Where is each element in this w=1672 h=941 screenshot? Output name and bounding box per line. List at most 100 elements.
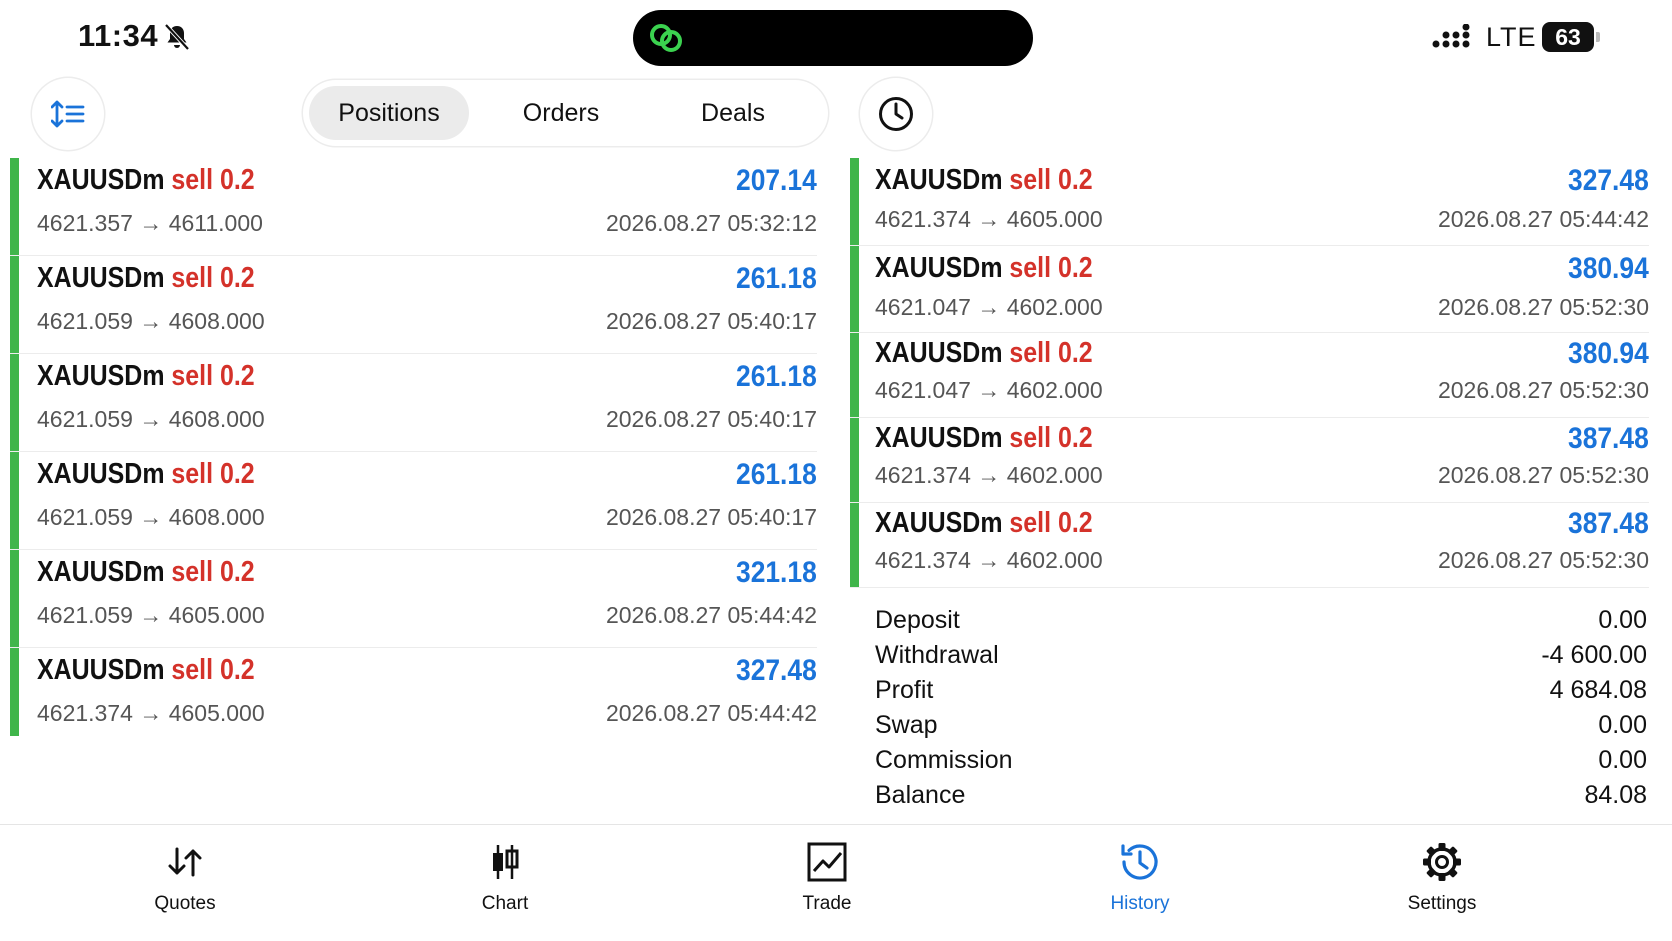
deal-profit: 261.18 (736, 262, 817, 295)
deal-time: 2026.08.27 05:40:17 (605, 504, 817, 530)
tab-trade[interactable]: Trade (747, 839, 907, 929)
deal-indicator-bar (10, 452, 19, 549)
sort-button[interactable] (32, 78, 104, 150)
deal-indicator-bar (850, 418, 859, 502)
deal-symbol: XAUUSDm sell 0.2 (37, 654, 255, 687)
deal-symbol: XAUUSDm sell 0.2 (37, 556, 255, 589)
deal-symbol: XAUUSDm sell 0.2 (875, 422, 1093, 455)
deal-time: 2026.08.27 05:40:17 (605, 406, 817, 432)
summary-withdrawal: Withdrawal -4 600.00 (875, 641, 1647, 675)
deal-side: sell 0.2 (1009, 337, 1093, 369)
deal-row[interactable]: XAUUSDm sell 0.2 4621.374 → 4605.000 327… (850, 158, 1649, 246)
tab-label: Quotes (154, 893, 216, 914)
summary-value: -4 600.00 (1541, 641, 1647, 669)
deal-profit: 261.18 (736, 458, 817, 491)
deals-list-right: XAUUSDm sell 0.2 4621.374 → 4605.000 327… (850, 158, 1649, 594)
trade-icon (807, 842, 847, 882)
summary-value: 0.00 (1598, 606, 1647, 634)
summary-label: Withdrawal (875, 641, 999, 669)
deal-indicator-bar (10, 354, 19, 451)
deal-symbol-name: XAUUSDm (875, 422, 1003, 454)
tab-history[interactable]: History (1060, 839, 1220, 929)
period-button[interactable] (860, 78, 932, 150)
deal-symbol-name: XAUUSDm (875, 337, 1003, 369)
deal-symbol-name: XAUUSDm (37, 262, 165, 294)
bell-muted-icon (164, 23, 190, 51)
deals-list-left: XAUUSDm sell 0.2 4621.357 → 4611.000 207… (10, 158, 817, 736)
deal-side: sell 0.2 (171, 360, 255, 392)
deal-prices: 4621.059 → 4605.000 (37, 602, 265, 628)
deal-symbol: XAUUSDm sell 0.2 (875, 337, 1093, 370)
deal-row[interactable]: XAUUSDm sell 0.2 4621.374 → 4602.000 387… (850, 418, 1649, 503)
deal-side: sell 0.2 (1009, 164, 1093, 196)
settings-icon (1423, 843, 1461, 881)
deal-time: 2026.08.27 05:52:30 (1437, 547, 1649, 573)
deal-row[interactable]: XAUUSDm sell 0.2 4621.059 → 4608.000 261… (10, 354, 817, 452)
deal-symbol-name: XAUUSDm (37, 164, 165, 196)
tab-orders[interactable]: Orders (481, 86, 641, 140)
deal-row[interactable]: XAUUSDm sell 0.2 4621.374 → 4602.000 387… (850, 503, 1649, 588)
deal-symbol: XAUUSDm sell 0.2 (37, 360, 255, 393)
tab-positions[interactable]: Positions (309, 86, 469, 140)
deal-time: 2026.08.27 05:52:30 (1437, 294, 1649, 320)
deal-prices: 4621.059 → 4608.000 (37, 406, 265, 432)
tab-settings[interactable]: Settings (1362, 839, 1522, 929)
deal-indicator-bar (850, 333, 859, 417)
status-bar: 11:34 LTE 63 (0, 0, 1672, 76)
deal-prices: 4621.047 → 4602.000 (875, 377, 1103, 403)
tab-label: Trade (802, 893, 852, 914)
deal-symbol-name: XAUUSDm (37, 556, 165, 588)
deal-time: 2026.08.27 05:52:30 (1437, 377, 1649, 403)
network-type: LTE (1486, 22, 1537, 52)
deal-indicator-bar (10, 550, 19, 647)
tab-quotes[interactable]: Quotes (105, 839, 265, 929)
deal-side: sell 0.2 (171, 654, 255, 686)
deal-prices: 4621.059 → 4608.000 (37, 308, 265, 334)
deal-symbol: XAUUSDm sell 0.2 (37, 262, 255, 295)
deal-profit: 380.94 (1568, 337, 1649, 370)
deal-prices: 4621.357 → 4611.000 (37, 210, 263, 236)
deal-row[interactable]: XAUUSDm sell 0.2 4621.047 → 4602.000 380… (850, 246, 1649, 333)
battery-tip (1596, 32, 1600, 42)
deal-prices: 4621.374 → 4602.000 (875, 547, 1103, 573)
deal-row[interactable]: XAUUSDm sell 0.2 4621.374 → 4605.000 327… (10, 648, 817, 736)
tab-deals[interactable]: Deals (653, 86, 813, 140)
deal-indicator-bar (850, 158, 859, 245)
deal-profit: 387.48 (1568, 507, 1649, 540)
battery-indicator: 63 (1542, 22, 1594, 52)
deal-row[interactable]: XAUUSDm sell 0.2 4621.059 → 4608.000 261… (10, 256, 817, 354)
summary-label: Commission (875, 746, 1013, 774)
deal-prices: 4621.374 → 4605.000 (875, 206, 1103, 232)
summary-value: 0.00 (1598, 711, 1647, 739)
deal-side: sell 0.2 (1009, 252, 1093, 284)
summary-profit: Profit 4 684.08 (875, 676, 1647, 710)
summary-commission: Commission 0.00 (875, 746, 1647, 780)
history-icon (1121, 844, 1158, 880)
deal-row[interactable]: XAUUSDm sell 0.2 4621.357 → 4611.000 207… (10, 158, 817, 256)
deal-side: sell 0.2 (171, 556, 255, 588)
deal-time: 2026.08.27 05:44:42 (605, 602, 817, 628)
deal-prices: 4621.374 → 4602.000 (875, 462, 1103, 488)
deal-symbol: XAUUSDm sell 0.2 (875, 252, 1093, 285)
deal-side: sell 0.2 (1009, 507, 1093, 539)
deal-symbol-name: XAUUSDm (875, 252, 1003, 284)
tab-chart[interactable]: Chart (425, 839, 585, 929)
deal-row[interactable]: XAUUSDm sell 0.2 4621.059 → 4608.000 261… (10, 452, 817, 550)
deal-prices: 4621.059 → 4608.000 (37, 504, 265, 530)
deal-profit: 327.48 (1568, 164, 1649, 197)
deal-indicator-bar (10, 158, 19, 255)
summary-label: Profit (875, 676, 934, 704)
deal-profit: 261.18 (736, 360, 817, 393)
deal-time: 2026.08.27 05:32:12 (605, 210, 817, 236)
deal-indicator-bar (850, 503, 859, 587)
deal-profit: 380.94 (1568, 252, 1649, 285)
summary-value: 0.00 (1598, 746, 1647, 774)
summary-label: Swap (875, 711, 938, 739)
deal-row[interactable]: XAUUSDm sell 0.2 4621.059 → 4605.000 321… (10, 550, 817, 648)
summary-deposit: Deposit 0.00 (875, 606, 1647, 640)
tab-label: History (1110, 893, 1170, 914)
deal-time: 2026.08.27 05:40:17 (605, 308, 817, 334)
deal-indicator-bar (850, 246, 859, 332)
summary-value: 4 684.08 (1549, 676, 1647, 704)
deal-row[interactable]: XAUUSDm sell 0.2 4621.047 → 4602.000 380… (850, 333, 1649, 418)
